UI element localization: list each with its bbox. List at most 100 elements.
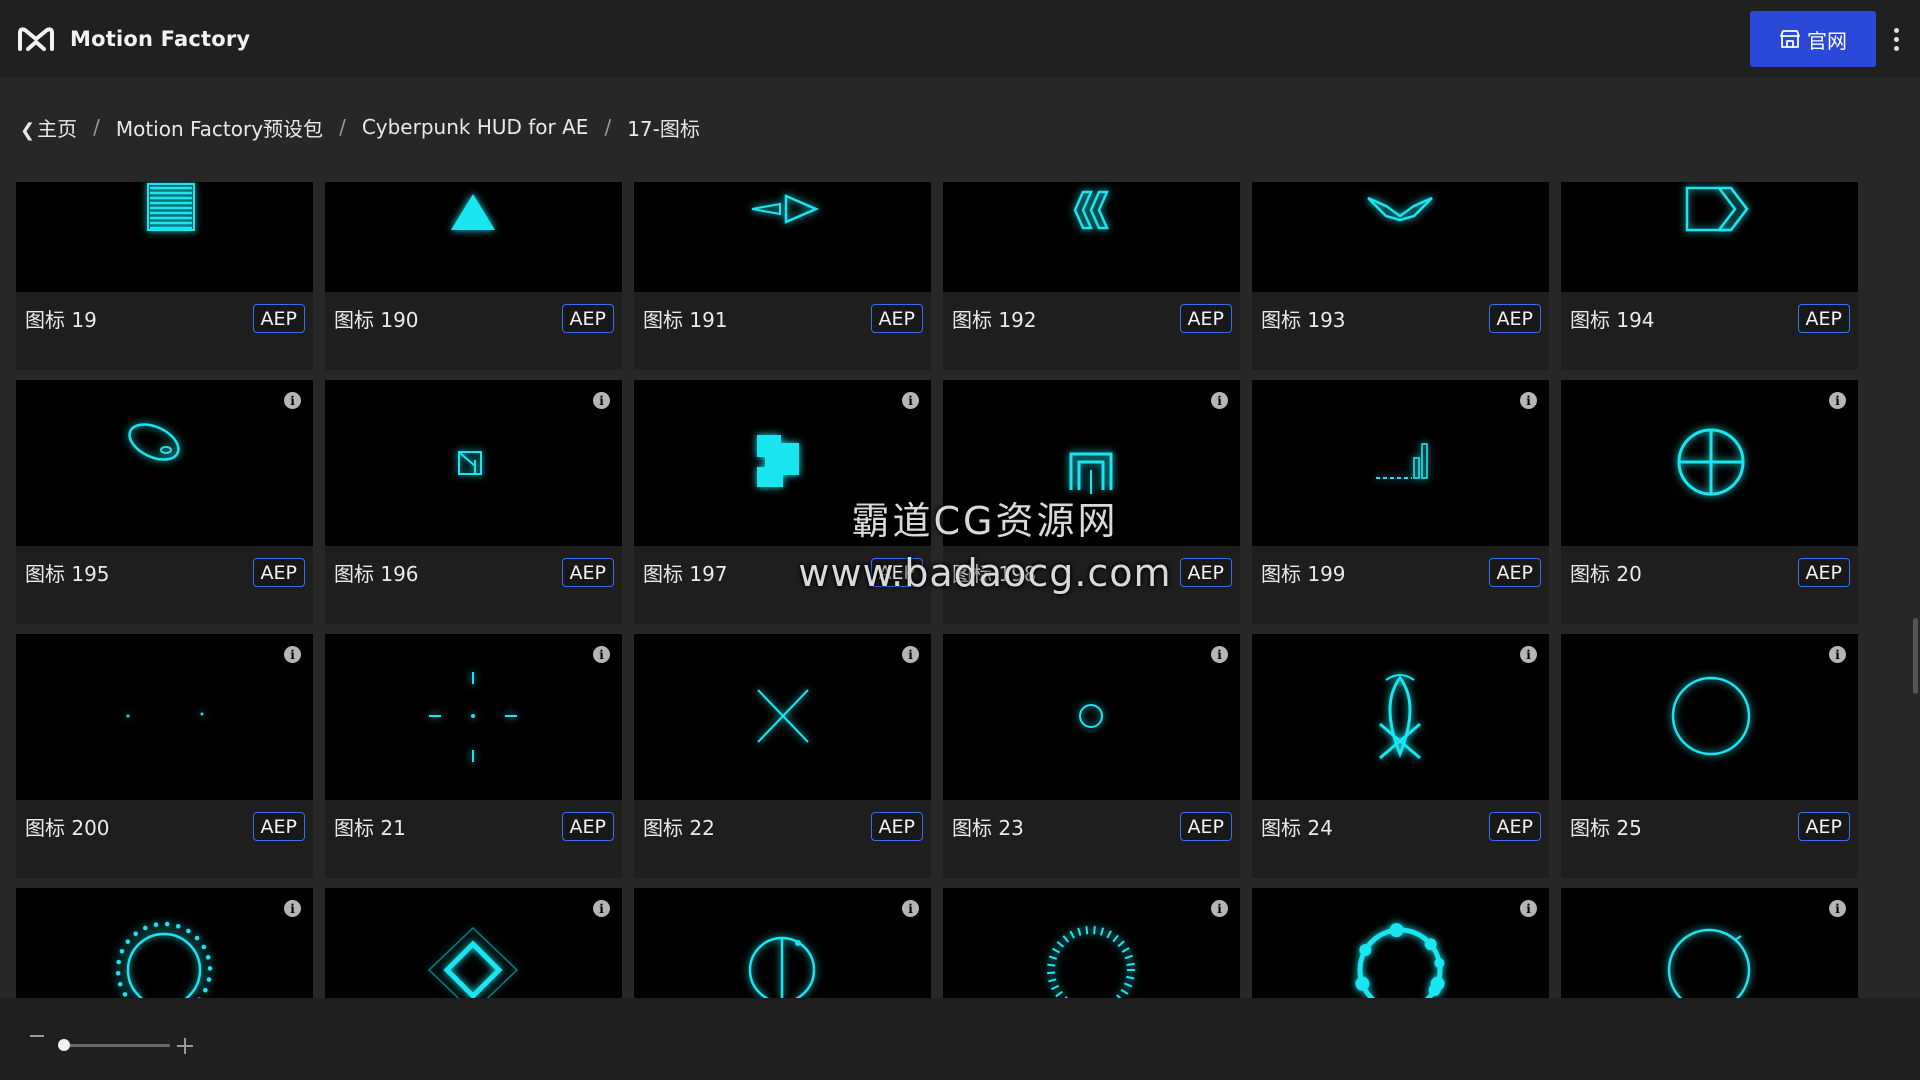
breadcrumb-current: 17-图标 (627, 116, 700, 141)
asset-card[interactable]: i 图标 21 AEP (325, 634, 622, 878)
asset-card[interactable]: i (634, 888, 931, 998)
asset-card[interactable]: i (16, 888, 313, 998)
info-icon[interactable]: i (1829, 646, 1846, 663)
aep-badge[interactable]: AEP (252, 558, 305, 587)
asset-card[interactable]: i (1252, 888, 1549, 998)
asset-preview[interactable]: i (16, 380, 313, 546)
aep-badge[interactable]: AEP (561, 558, 614, 587)
info-icon[interactable]: i (284, 900, 301, 917)
info-icon[interactable]: i (1211, 392, 1228, 409)
scrollbar-thumb[interactable] (1913, 618, 1918, 694)
aep-badge[interactable]: AEP (1797, 304, 1850, 333)
asset-card[interactable]: 图标 19 AEP (16, 182, 313, 370)
info-icon[interactable]: i (284, 392, 301, 409)
asset-preview[interactable]: i (325, 380, 622, 546)
asset-preview[interactable]: i (634, 888, 931, 998)
asset-card[interactable]: 图标 192 AEP (943, 182, 1240, 370)
asset-preview[interactable]: i (325, 888, 622, 998)
aep-badge[interactable]: AEP (252, 812, 305, 841)
asset-preview[interactable] (1561, 182, 1858, 292)
aep-badge[interactable]: AEP (1488, 304, 1541, 333)
asset-card[interactable]: i 图标 199 AEP (1252, 380, 1549, 624)
asset-card[interactable]: 图标 194 AEP (1561, 182, 1858, 370)
asset-preview[interactable] (1252, 182, 1549, 292)
info-icon[interactable]: i (902, 900, 919, 917)
breadcrumb-home[interactable]: ❮ 主页 (20, 113, 77, 142)
aep-badge[interactable]: AEP (1797, 812, 1850, 841)
asset-card[interactable]: i 图标 196 AEP (325, 380, 622, 624)
asset-preview[interactable]: i (1561, 634, 1858, 800)
asset-card[interactable]: i 图标 195 AEP (16, 380, 313, 624)
asset-card[interactable]: i 图标 23 AEP (943, 634, 1240, 878)
info-icon[interactable]: i (902, 392, 919, 409)
asset-card[interactable]: i (1561, 888, 1858, 998)
asset-preview[interactable] (943, 182, 1240, 292)
asset-preview[interactable]: i (1252, 888, 1549, 998)
info-icon[interactable]: i (593, 646, 610, 663)
info-icon[interactable]: i (902, 646, 919, 663)
asset-preview[interactable] (16, 182, 313, 292)
aep-badge[interactable]: AEP (870, 304, 923, 333)
breadcrumb-item[interactable]: Cyberpunk HUD for AE (362, 115, 589, 139)
asset-card-footer: 图标 199 AEP (1252, 546, 1549, 624)
asset-preview[interactable]: i (1252, 380, 1549, 546)
asset-preview[interactable] (325, 182, 622, 292)
aep-badge[interactable]: AEP (252, 304, 305, 333)
asset-card[interactable]: 图标 190 AEP (325, 182, 622, 370)
zoom-in-icon[interactable] (177, 1038, 193, 1054)
asset-card[interactable]: i (943, 888, 1240, 998)
aep-badge[interactable]: AEP (561, 812, 614, 841)
asset-preview[interactable]: i (16, 888, 313, 998)
aep-badge[interactable]: AEP (1488, 558, 1541, 587)
asset-card[interactable]: i 图标 24 AEP (1252, 634, 1549, 878)
more-menu-icon[interactable] (1886, 22, 1906, 56)
asset-preview[interactable]: i (943, 634, 1240, 800)
asset-card-footer: 图标 22 AEP (634, 800, 931, 878)
zoom-slider[interactable] (58, 1044, 170, 1047)
aep-badge[interactable]: AEP (1488, 812, 1541, 841)
asset-name: 图标 195 (25, 562, 110, 586)
motion-factory-logo-icon (18, 26, 54, 51)
aep-badge[interactable]: AEP (1179, 304, 1232, 333)
breadcrumb: ❮ 主页 / Motion Factory预设包 / Cyberpunk HUD … (20, 110, 700, 144)
asset-preview[interactable]: i (943, 888, 1240, 998)
asset-card[interactable]: 图标 193 AEP (1252, 182, 1549, 370)
aep-badge[interactable]: AEP (1179, 812, 1232, 841)
info-icon[interactable]: i (1211, 646, 1228, 663)
asset-preview[interactable]: i (325, 634, 622, 800)
asset-card-footer: 图标 20 AEP (1561, 546, 1858, 624)
info-icon[interactable]: i (1520, 900, 1537, 917)
info-icon[interactable]: i (593, 900, 610, 917)
asset-card[interactable]: i 图标 20 AEP (1561, 380, 1858, 624)
info-icon[interactable]: i (284, 646, 301, 663)
asset-card-footer: 图标 195 AEP (16, 546, 313, 624)
info-icon[interactable]: i (1211, 900, 1228, 917)
info-icon[interactable]: i (1829, 900, 1846, 917)
asset-card[interactable]: 图标 191 AEP (634, 182, 931, 370)
asset-card[interactable]: i 图标 25 AEP (1561, 634, 1858, 878)
info-icon[interactable]: i (1829, 392, 1846, 409)
asset-card[interactable]: i (325, 888, 622, 998)
asset-card[interactable]: i 图标 200 AEP (16, 634, 313, 878)
zoom-slider-handle[interactable] (57, 1039, 70, 1051)
asset-preview[interactable]: i (1252, 634, 1549, 800)
asset-preview[interactable] (634, 182, 931, 292)
info-icon[interactable]: i (1520, 646, 1537, 663)
aep-badge[interactable]: AEP (870, 812, 923, 841)
asset-card[interactable]: i 图标 22 AEP (634, 634, 931, 878)
official-site-button[interactable]: 官网 (1750, 11, 1876, 67)
aep-badge[interactable]: AEP (561, 304, 614, 333)
breadcrumb-item[interactable]: Motion Factory预设包 (116, 113, 323, 142)
zoom-out-icon[interactable] (30, 1035, 44, 1037)
asset-preview[interactable]: i (1561, 888, 1858, 998)
aep-badge[interactable]: AEP (1797, 558, 1850, 587)
watermark: 霸道CG资源网 www.badaocg.com (760, 490, 1210, 595)
info-icon[interactable]: i (1520, 392, 1537, 409)
asset-preview[interactable]: i (16, 634, 313, 800)
asset-preview[interactable]: i (1561, 380, 1858, 546)
app-logo[interactable]: Motion Factory (16, 25, 250, 53)
asset-name: 图标 193 (1261, 308, 1346, 332)
info-icon[interactable]: i (593, 392, 610, 409)
asset-card-footer: 图标 190 AEP (325, 292, 622, 370)
asset-preview[interactable]: i (634, 634, 931, 800)
